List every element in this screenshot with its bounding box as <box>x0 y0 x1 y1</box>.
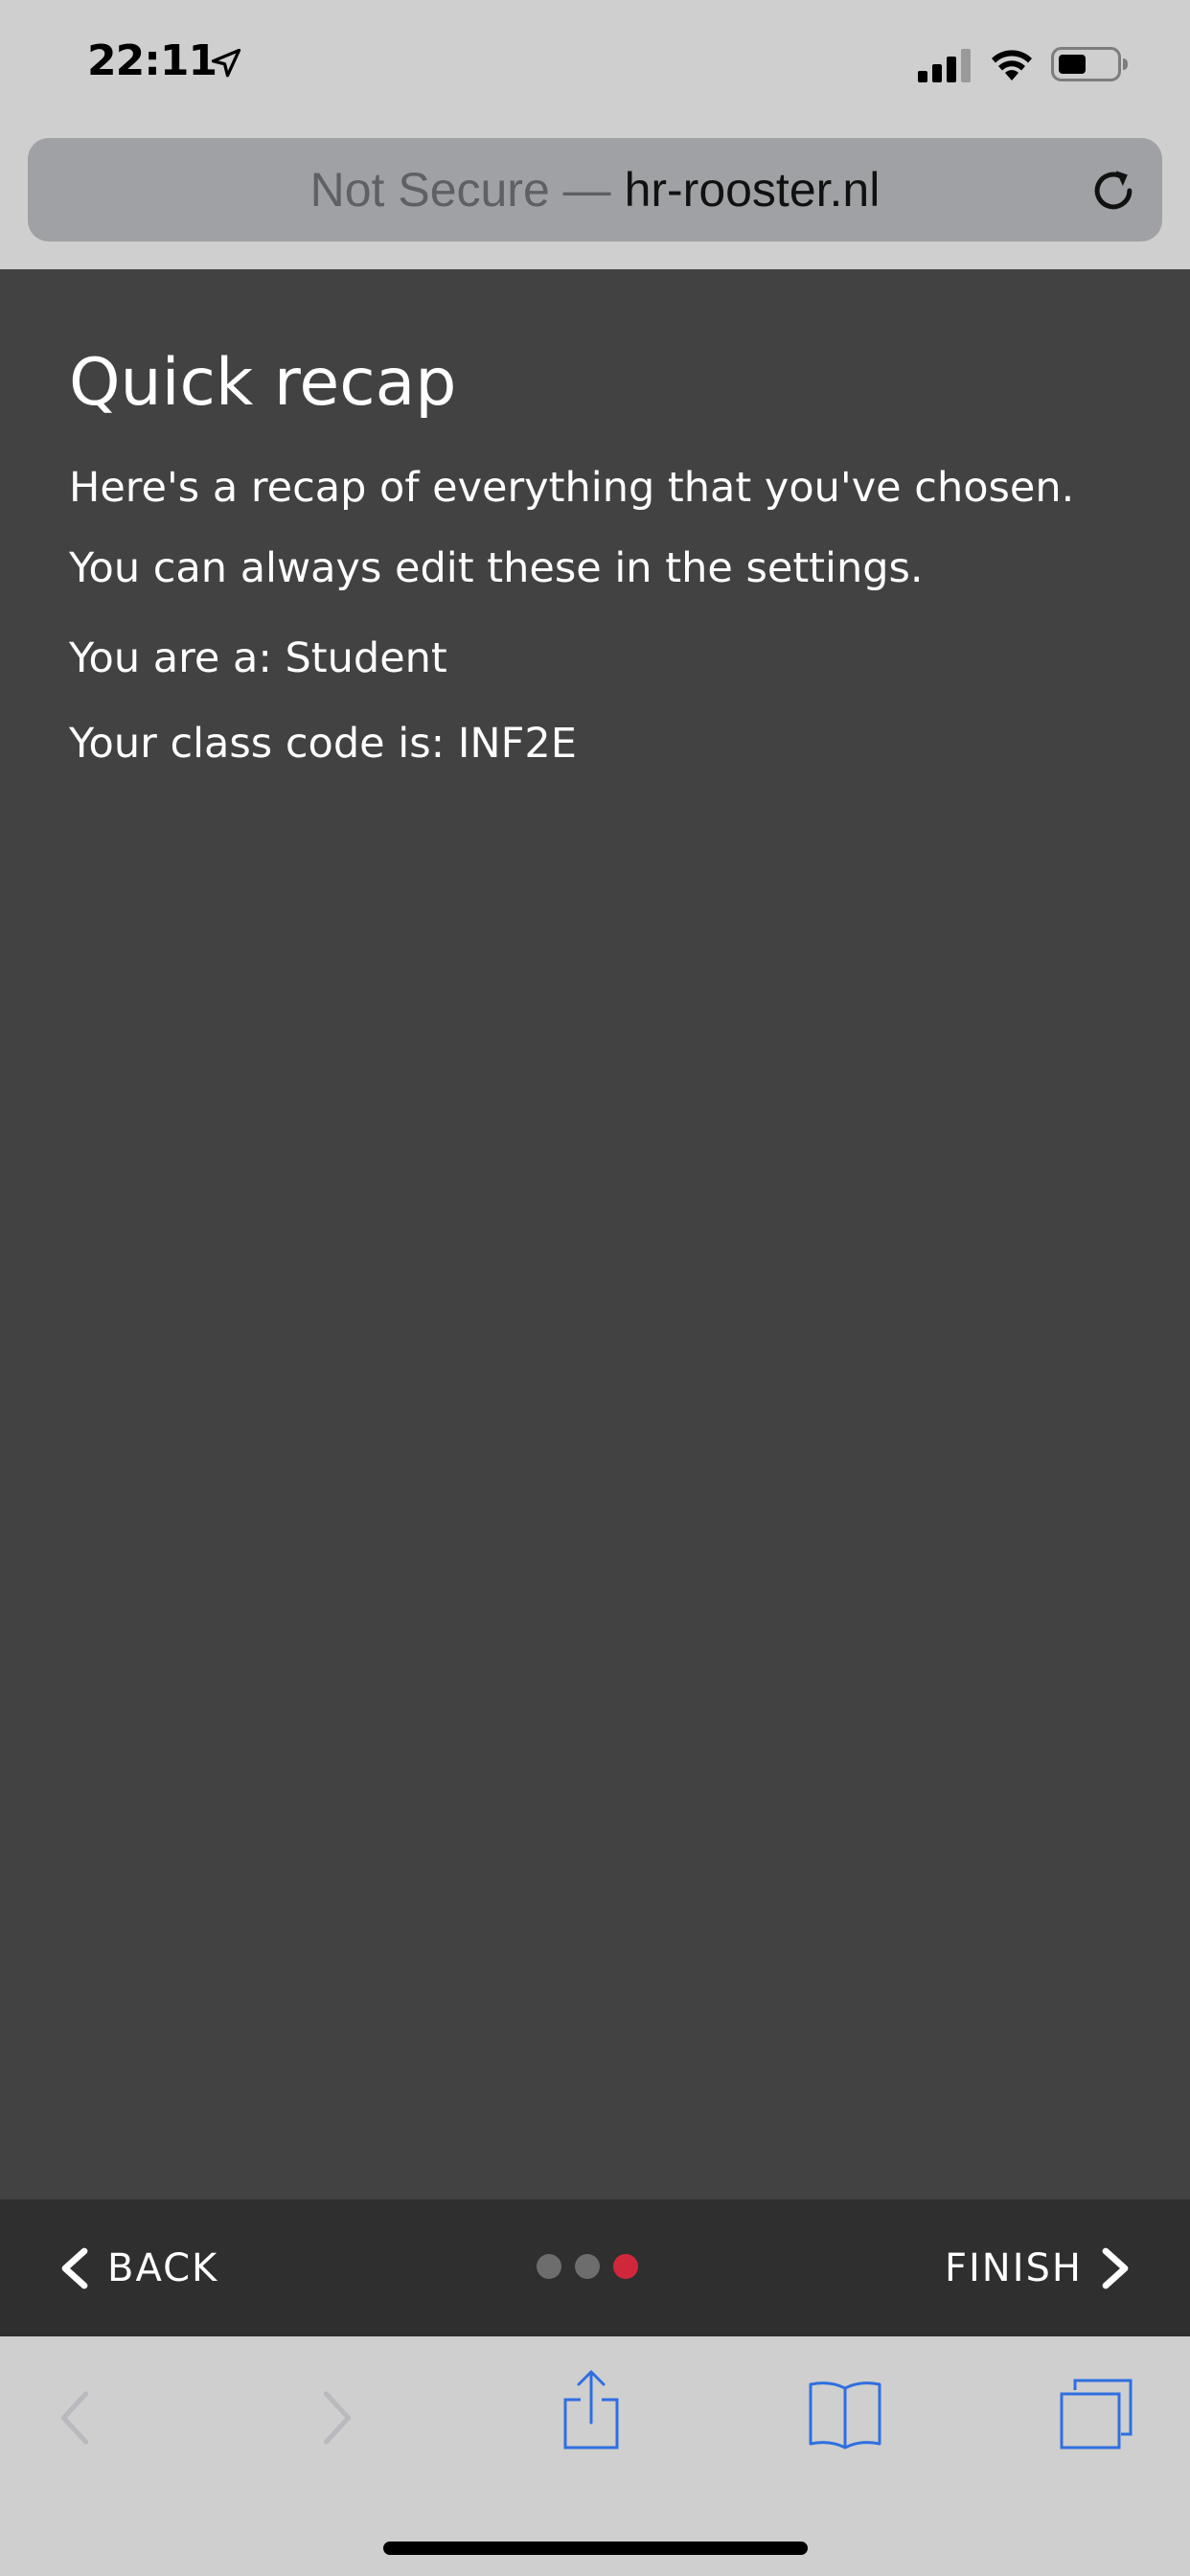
back-button[interactable]: BACK <box>57 2199 218 2336</box>
role-summary: You are a: Student <box>69 634 447 682</box>
forward-arrow-icon[interactable] <box>318 2390 356 2446</box>
settings-note: You can always edit these in the setting… <box>69 544 924 592</box>
reload-icon[interactable] <box>1087 165 1139 217</box>
step-dot-active <box>613 2254 638 2279</box>
cellular-signal-icon <box>918 49 971 82</box>
finish-button[interactable]: FINISH <box>945 2199 1133 2336</box>
page-title: Quick recap <box>69 345 457 421</box>
address-bar[interactable]: Not Secure — hr-rooster.nl <box>28 138 1162 242</box>
tabs-icon[interactable] <box>1058 2377 1134 2451</box>
step-indicator <box>537 2254 638 2279</box>
intro-text: Here's a recap of everything that you've… <box>69 464 1075 512</box>
browser-toolbar <box>0 2336 1190 2576</box>
wifi-icon <box>992 50 1032 80</box>
share-icon[interactable] <box>560 2369 623 2451</box>
status-time: 22:11 <box>87 36 217 85</box>
back-arrow-icon[interactable] <box>56 2390 94 2446</box>
step-dot <box>537 2254 561 2279</box>
phone-screen: 22:11 Not Secure — hr-rooster.nl Quick r… <box>0 0 1190 2576</box>
step-dot <box>575 2254 600 2279</box>
security-label: Not Secure — <box>309 163 611 217</box>
chevron-left-icon <box>61 2247 88 2288</box>
url-domain: hr-rooster.nl <box>624 163 881 217</box>
wizard-footer: BACK FINISH <box>0 2199 1190 2336</box>
chevron-right-icon <box>1102 2247 1129 2288</box>
status-bar: 22:11 <box>0 0 1190 129</box>
home-indicator[interactable] <box>383 2542 808 2555</box>
back-label: BACK <box>107 2245 219 2290</box>
url-display[interactable]: Not Secure — hr-rooster.nl <box>28 138 1162 242</box>
battery-icon <box>1051 47 1128 81</box>
bookmarks-icon[interactable] <box>807 2379 883 2451</box>
class-code-summary: Your class code is: INF2E <box>69 720 577 768</box>
finish-label: FINISH <box>945 2245 1083 2290</box>
location-arrow-icon <box>211 48 241 78</box>
page-content: Quick recap Here's a recap of everything… <box>0 269 1190 2199</box>
